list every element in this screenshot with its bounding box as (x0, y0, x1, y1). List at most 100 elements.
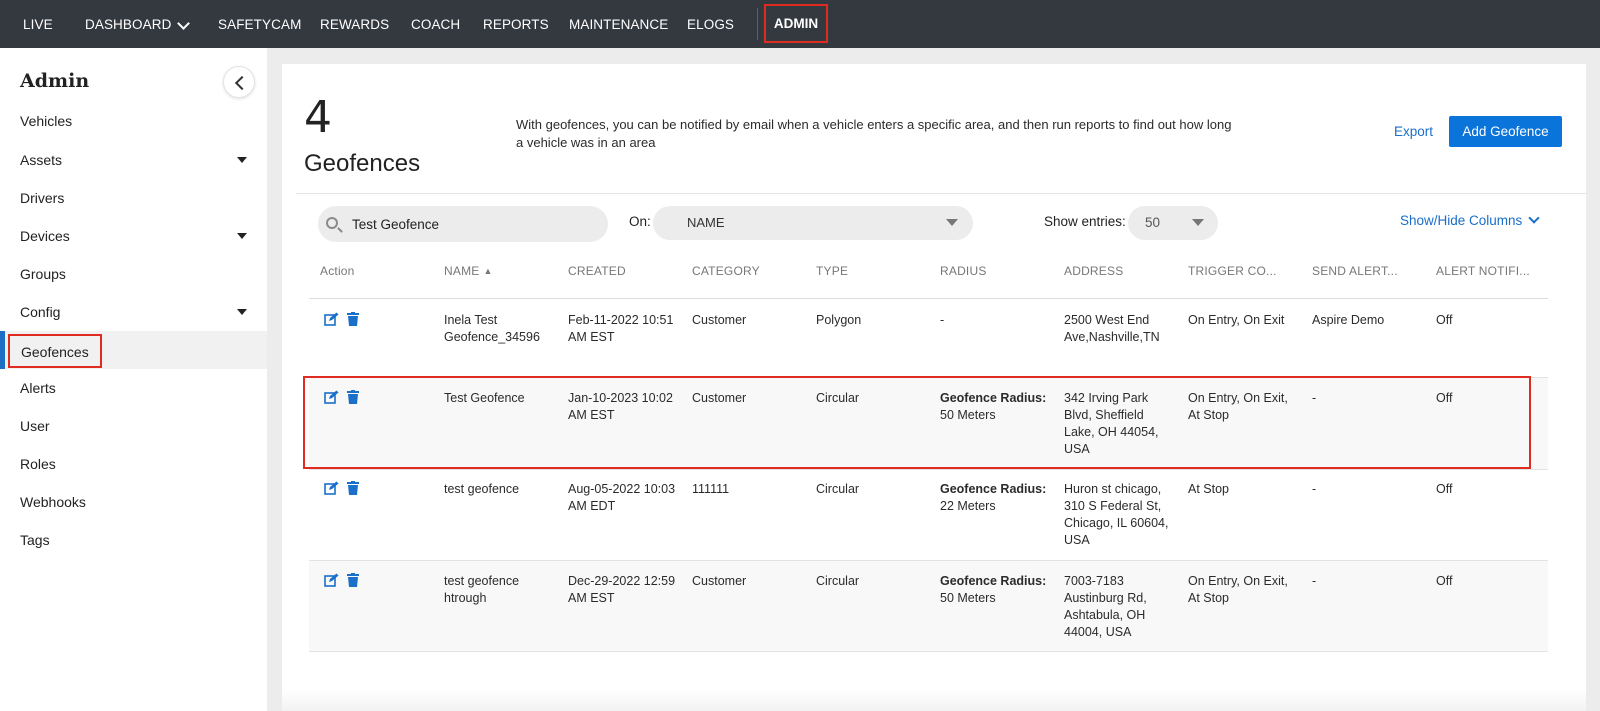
top-navigation: LIVE DASHBOARD SAFETYCAM REWARDS COACH R… (0, 0, 1600, 48)
cell-name: test geofence (444, 482, 520, 496)
column-header-address[interactable]: ADDRESS (1064, 264, 1123, 278)
cell-created: Jan-10-2023 10:02 AM EST (568, 391, 673, 422)
sidebar-item-geofences[interactable]: Geofences (0, 331, 267, 369)
cell-category: Customer (692, 391, 747, 405)
cell-radius: Geofence Radius: 50 Meters (940, 390, 1055, 424)
sidebar-item-config[interactable]: Config (0, 293, 267, 331)
column-header-alert-notification[interactable]: ALERT NOTIFI... (1436, 264, 1530, 278)
cell-type: Circular (816, 574, 860, 588)
show-entries-value: 50 (1145, 215, 1161, 230)
caret-down-icon (237, 157, 247, 163)
add-geofence-button[interactable]: Add Geofence (1449, 116, 1562, 147)
caret-down-icon (1192, 219, 1204, 226)
cell-radius: Geofence Radius: 22 Meters (940, 481, 1055, 515)
cell-type: Circular (816, 482, 860, 496)
nav-elogs[interactable]: ELOGS (687, 0, 734, 48)
show-entries-select[interactable] (1128, 206, 1218, 240)
column-header-label: NAME (444, 264, 480, 278)
edit-icon[interactable] (324, 390, 339, 409)
nav-dashboard-label: DASHBOARD (85, 17, 172, 32)
sidebar-item-label: Webhooks (20, 494, 86, 510)
nav-safetycam[interactable]: SAFETYCAM (218, 0, 301, 48)
column-header-send-alert[interactable]: SEND ALERT... (1312, 264, 1398, 278)
collapse-sidebar-button[interactable] (223, 66, 255, 98)
cell-address: 7003-7183 Austinburg Rd, Ashtabula, OH 4… (1064, 574, 1147, 639)
row-divider (309, 651, 1548, 652)
search-field-value: NAME (687, 215, 725, 230)
show-hide-columns-button[interactable]: Show/Hide Columns (1400, 212, 1540, 228)
cell-created: Aug-05-2022 10:03 AM EDT (568, 482, 676, 513)
cell-created: Feb-11-2022 10:51 AM EST (568, 313, 674, 344)
edit-icon[interactable] (324, 573, 339, 592)
trash-icon[interactable] (347, 573, 359, 592)
column-header-created[interactable]: CREATED (568, 264, 626, 278)
card-bottom (282, 690, 1586, 711)
nav-dashboard[interactable]: DASHBOARD (85, 0, 191, 48)
cell-trigger: At Stop (1188, 482, 1229, 496)
nav-live[interactable]: LIVE (23, 0, 53, 48)
sidebar-title: Admin (20, 70, 90, 92)
header-divider (309, 298, 1548, 299)
export-link[interactable]: Export (1394, 124, 1433, 139)
trash-icon[interactable] (347, 312, 359, 331)
edit-icon[interactable] (324, 481, 339, 500)
sidebar-item-tags[interactable]: Tags (0, 521, 267, 559)
column-header-type[interactable]: TYPE (816, 264, 848, 278)
sidebar-item-label: Tags (20, 532, 50, 548)
sidebar-item-label: Assets (20, 152, 63, 168)
page-description: With geofences, you can be notified by e… (516, 117, 1232, 150)
sidebar-item-label: Geofences (8, 334, 102, 368)
cell-send-alert: - (1312, 574, 1317, 588)
sidebar-item-user[interactable]: User (0, 407, 267, 445)
sidebar-item-label: Roles (20, 456, 56, 472)
sidebar-item-label: Devices (20, 228, 70, 244)
column-header-name[interactable]: NAME ▲ (444, 264, 493, 278)
nav-divider (757, 8, 758, 40)
trash-icon[interactable] (347, 390, 359, 409)
sidebar-item-label: User (20, 418, 50, 434)
show-hide-columns-label: Show/Hide Columns (1400, 213, 1523, 228)
cell-alert-notification: Off (1436, 482, 1453, 496)
caret-down-icon (946, 219, 958, 226)
cell-send-alert: - (1312, 482, 1317, 496)
sidebar-item-vehicles[interactable]: Vehicles (0, 102, 267, 140)
sidebar-item-webhooks[interactable]: Webhooks (0, 483, 267, 521)
nav-coach[interactable]: COACH (411, 0, 460, 48)
cell-radius: - (940, 313, 945, 327)
divider (296, 193, 1586, 194)
radius-label: Geofence Radius: (940, 391, 1047, 405)
trash-icon[interactable] (347, 481, 359, 500)
cell-category: Customer (692, 313, 747, 327)
sidebar-item-label: Vehicles (20, 113, 73, 129)
cell-created: Dec-29-2022 12:59 AM EST (568, 574, 676, 605)
column-header-trigger[interactable]: TRIGGER CO... (1188, 264, 1277, 278)
radius-label: Geofence Radius: (940, 482, 1047, 496)
radius-value: 50 Meters (940, 591, 996, 605)
cell-trigger: On Entry, On Exit, At Stop (1188, 391, 1288, 422)
page-title: Geofences (304, 150, 421, 177)
nav-admin[interactable]: ADMIN (764, 4, 828, 43)
nav-rewards[interactable]: REWARDS (320, 0, 389, 48)
row-divider (309, 469, 1548, 470)
sidebar-item-groups[interactable]: Groups (0, 255, 267, 293)
radius-label: Geofence Radius: (940, 574, 1047, 588)
sidebar-item-alerts[interactable]: Alerts (0, 369, 267, 407)
column-header-category[interactable]: CATEGORY (692, 264, 760, 278)
cell-address: 2500 West End Ave,Nashville,TN (1064, 313, 1160, 344)
sidebar-item-devices[interactable]: Devices (0, 217, 267, 255)
sidebar-item-roles[interactable]: Roles (0, 445, 267, 483)
cell-alert-notification: Off (1436, 313, 1453, 327)
column-header-radius[interactable]: RADIUS (940, 264, 987, 278)
cell-category: 111111 (692, 482, 730, 496)
sidebar-item-drivers[interactable]: Drivers (0, 179, 267, 217)
nav-maintenance[interactable]: MAINTENANCE (569, 0, 668, 48)
sidebar-item-assets[interactable]: Assets (0, 141, 267, 179)
cell-name: test geofence htrough (444, 574, 520, 605)
cell-address: 342 Irving Park Blvd, Sheffield Lake, OH… (1064, 391, 1159, 456)
search-icon (326, 217, 338, 229)
edit-icon[interactable] (324, 312, 339, 331)
nav-reports[interactable]: REPORTS (483, 0, 549, 48)
search-input[interactable] (352, 206, 602, 242)
cell-type: Circular (816, 391, 860, 405)
cell-trigger: On Entry, On Exit, At Stop (1188, 574, 1288, 605)
